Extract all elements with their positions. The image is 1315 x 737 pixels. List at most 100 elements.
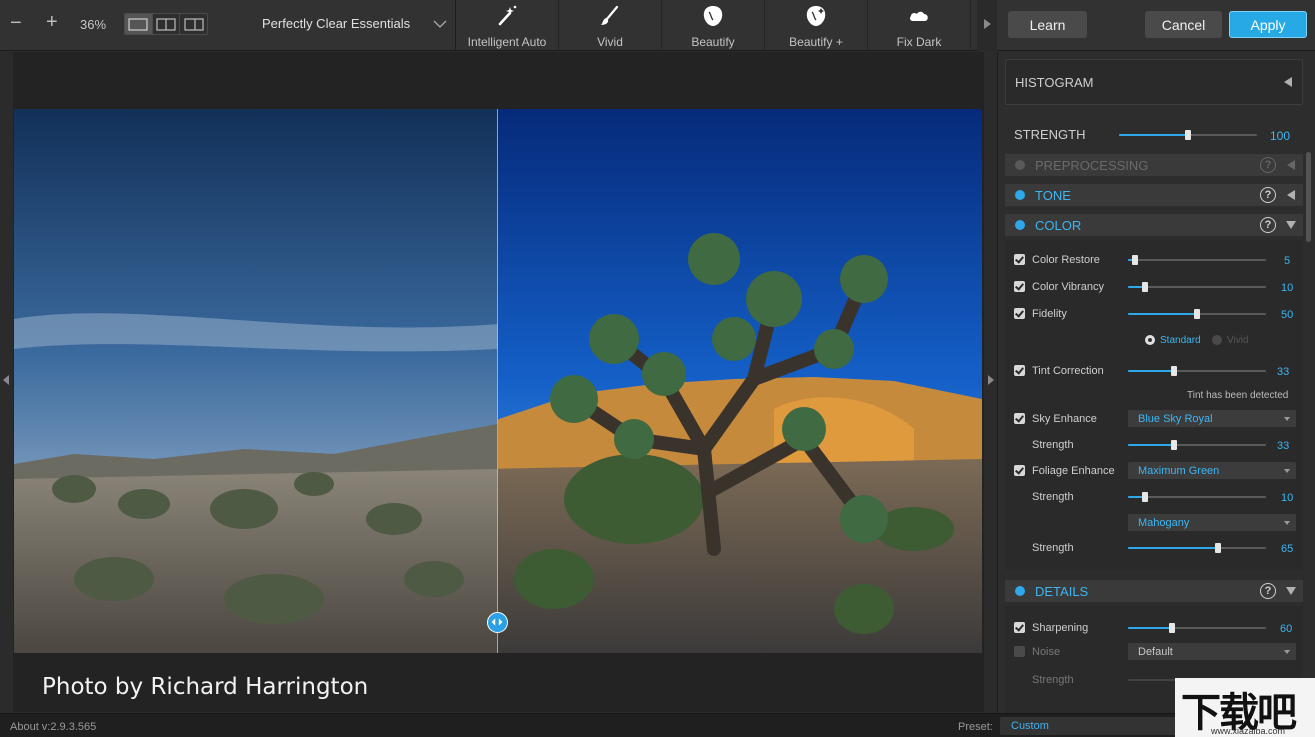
tint-correction-label: Tint Correction xyxy=(1032,365,1104,377)
photo-preview[interactable] xyxy=(14,109,982,653)
apply-button[interactable]: Apply xyxy=(1229,11,1307,38)
tint-correction-checkbox[interactable] xyxy=(1014,365,1025,376)
collapse-arrow-icon[interactable] xyxy=(1287,160,1295,170)
side-by-side-icon xyxy=(156,17,176,31)
side-by-side-view-button[interactable] xyxy=(152,14,181,34)
section-details[interactable]: DETAILS ? xyxy=(1005,580,1303,602)
fx-intelligent-auto[interactable]: Intelligent Auto xyxy=(456,0,559,51)
toggle-dot[interactable] xyxy=(1015,160,1025,170)
dropdown-value: Maximum Green xyxy=(1138,465,1220,477)
histogram-section[interactable]: HISTOGRAM xyxy=(1005,59,1303,105)
brush-icon xyxy=(601,5,619,25)
dropdown-value: Blue Sky Royal xyxy=(1138,413,1213,425)
sharpening-checkbox[interactable] xyxy=(1014,622,1025,633)
noise-dropdown[interactable]: Default xyxy=(1128,643,1296,660)
section-preprocessing[interactable]: PREPROCESSING ? xyxy=(1005,154,1303,176)
sharpening-slider[interactable] xyxy=(1128,623,1266,633)
chevron-left-icon xyxy=(3,375,9,385)
foliage-second-dropdown[interactable]: Mahogany xyxy=(1128,514,1296,531)
dropdown-arrow-icon xyxy=(1284,469,1290,473)
fx-label: Intelligent Auto xyxy=(467,35,547,49)
noise-checkbox[interactable] xyxy=(1014,646,1025,657)
sharpening-label: Sharpening xyxy=(1032,622,1089,634)
strength-value: 100 xyxy=(1270,129,1291,143)
section-color[interactable]: COLOR ? xyxy=(1005,214,1303,236)
color-vibrancy-slider[interactable] xyxy=(1128,282,1266,292)
help-icon[interactable]: ? xyxy=(1260,187,1276,203)
color-restore-value: 5 xyxy=(1284,255,1291,267)
tint-correction-slider[interactable] xyxy=(1128,366,1266,376)
magic-wand-icon xyxy=(498,5,517,26)
foliage-enhance-label: Foliage Enhance xyxy=(1032,465,1115,477)
color-vibrancy-value: 10 xyxy=(1281,282,1294,294)
expand-arrow-icon[interactable] xyxy=(1286,221,1296,229)
foliage-strength-label: Strength xyxy=(1032,491,1074,503)
sky-strength-label: Strength xyxy=(1032,439,1074,451)
sky-enhance-dropdown[interactable]: Blue Sky Royal xyxy=(1128,410,1296,427)
toggle-dot[interactable] xyxy=(1015,586,1025,596)
split-handle[interactable] xyxy=(487,612,508,633)
zoom-out-button[interactable]: − xyxy=(10,12,22,35)
section-tone[interactable]: TONE ? xyxy=(1005,184,1303,206)
watermark-url: www.xiazaiba.com xyxy=(1211,726,1286,736)
preset-select[interactable]: Custom xyxy=(1000,717,1186,735)
color-restore-slider[interactable] xyxy=(1128,255,1266,265)
foliage-strength-slider[interactable] xyxy=(1128,492,1266,502)
single-view-button[interactable] xyxy=(125,14,153,34)
expand-arrow-icon[interactable] xyxy=(1286,587,1296,595)
color-restore-label: Color Restore xyxy=(1032,254,1100,266)
watermark-logo: 下载吧 www.xiazaiba.com xyxy=(1175,678,1315,737)
sky-enhance-checkbox[interactable] xyxy=(1014,413,1025,424)
photo-credit: Photo by Richard Harrington xyxy=(42,674,369,700)
sharpening-value: 60 xyxy=(1280,623,1293,635)
sky-strength-slider[interactable] xyxy=(1128,440,1266,450)
fidelity-checkbox[interactable] xyxy=(1014,308,1025,319)
left-panel-toggle[interactable] xyxy=(0,52,13,712)
help-icon[interactable]: ? xyxy=(1260,157,1276,173)
top-toolbar: − + 36% Perfectly Clear Essentials Intel… xyxy=(0,0,1315,51)
fx-label: Beautify xyxy=(691,35,735,49)
fx-beautify[interactable]: Beautify xyxy=(662,0,765,51)
strength-slider[interactable] xyxy=(1119,130,1257,140)
version-label[interactable]: About v:2.9.3.565 xyxy=(10,721,96,733)
section-title: PREPROCESSING xyxy=(1035,158,1149,173)
panel-scrollbar[interactable] xyxy=(1306,152,1311,242)
preset-name[interactable]: Perfectly Clear Essentials xyxy=(262,16,410,31)
toggle-dot[interactable] xyxy=(1015,220,1025,230)
right-panel-toggle[interactable] xyxy=(984,52,997,712)
split-view-button[interactable] xyxy=(180,14,207,34)
chevron-down-icon[interactable] xyxy=(433,18,447,30)
cloud-icon xyxy=(909,11,928,21)
fx-fix-dark[interactable]: Fix Dark xyxy=(868,0,971,51)
fidelity-slider[interactable] xyxy=(1128,309,1266,319)
fidelity-vivid-label: Vivid xyxy=(1227,335,1249,346)
help-icon[interactable]: ? xyxy=(1260,217,1276,233)
foliage-strength2-value: 65 xyxy=(1281,543,1294,555)
fx-vivid[interactable]: Vivid xyxy=(559,0,662,51)
collapse-arrow-icon[interactable] xyxy=(1287,190,1295,200)
fx-beautify-plus[interactable]: Beautify + xyxy=(765,0,868,51)
help-icon[interactable]: ? xyxy=(1260,583,1276,599)
color-restore-checkbox[interactable] xyxy=(1014,254,1025,265)
preset-select-value: Custom xyxy=(1011,720,1049,732)
zoom-in-button[interactable]: + xyxy=(46,11,58,34)
foliage-strength2-slider[interactable] xyxy=(1128,543,1266,553)
face-plus-icon xyxy=(806,6,826,26)
learn-button[interactable]: Learn xyxy=(1008,11,1087,38)
toggle-dot[interactable] xyxy=(1015,190,1025,200)
histogram-title: HISTOGRAM xyxy=(1015,75,1094,90)
split-divider[interactable] xyxy=(497,109,498,653)
fidelity-vivid-radio[interactable] xyxy=(1212,335,1222,345)
collapse-arrow-icon[interactable] xyxy=(1284,77,1292,87)
tint-correction-value: 33 xyxy=(1277,366,1290,378)
foliage-enhance-dropdown[interactable]: Maximum Green xyxy=(1128,462,1296,479)
color-vibrancy-checkbox[interactable] xyxy=(1014,281,1025,292)
foliage-enhance-checkbox[interactable] xyxy=(1014,465,1025,476)
fidelity-standard-radio[interactable] xyxy=(1145,335,1155,345)
section-title: COLOR xyxy=(1035,218,1082,233)
cancel-button[interactable]: Cancel xyxy=(1145,11,1222,38)
section-title: TONE xyxy=(1035,188,1071,203)
color-vibrancy-label: Color Vibrancy xyxy=(1032,281,1104,293)
chevron-right-icon[interactable] xyxy=(980,16,994,32)
dropdown-arrow-icon xyxy=(1284,650,1290,654)
